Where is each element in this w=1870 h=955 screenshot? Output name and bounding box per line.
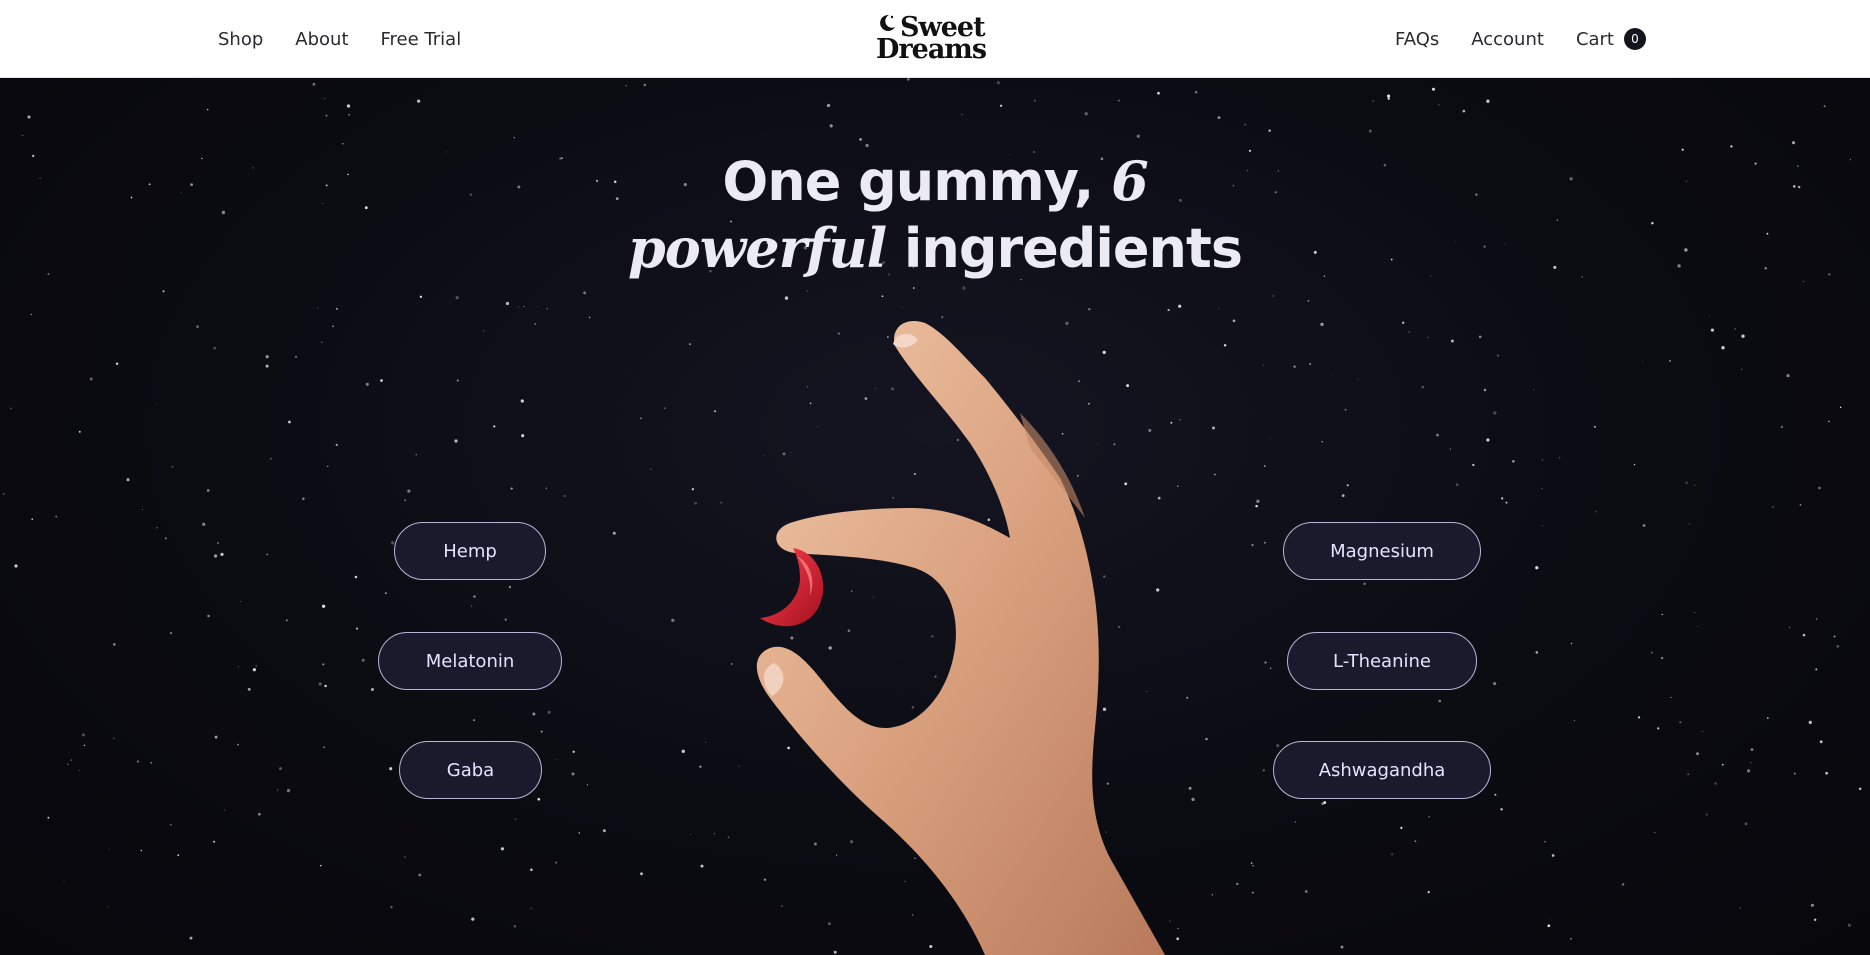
ingredients-hero: One gummy, 6 powerful ingredients Hemp M…: [0, 78, 1870, 955]
nav-account-link[interactable]: Account: [1471, 29, 1544, 50]
cart-label: Cart: [1575, 28, 1614, 50]
ingredient-pill-magnesium[interactable]: Magnesium: [1283, 522, 1481, 580]
ingredient-pill-l-theanine[interactable]: L-Theanine: [1287, 632, 1477, 690]
secondary-nav: FAQs Account Cart 0: [1363, 0, 1646, 78]
ingredient-pill-ashwagandha[interactable]: Ashwagandha: [1273, 741, 1491, 799]
ingredient-pill-gaba[interactable]: Gaba: [399, 741, 542, 799]
nav-free-trial-link[interactable]: Free Trial: [381, 29, 462, 50]
cart-count-badge: 0: [1624, 28, 1646, 50]
nav-about-link[interactable]: About: [295, 29, 348, 50]
ingredient-pill-melatonin[interactable]: Melatonin: [378, 632, 562, 690]
hand-palm: [756, 320, 1165, 955]
ingredient-pill-hemp[interactable]: Hemp: [394, 522, 546, 580]
primary-nav: Shop About Free Trial: [218, 0, 493, 78]
nav-shop-link[interactable]: Shop: [218, 29, 263, 50]
top-navigation-bar: Shop About Free Trial Sweet Dreams FAQs …: [0, 0, 1870, 78]
crescent-moon-icon: [880, 14, 895, 31]
gummy-crescent: [760, 548, 824, 627]
logo-line-2: Dreams: [876, 34, 987, 65]
hand-holding-gummy-image: [756, 320, 1165, 955]
sweet-dreams-logo[interactable]: Sweet Dreams: [872, 12, 1002, 66]
cart-button[interactable]: Cart 0: [1576, 28, 1646, 50]
nav-faqs-link[interactable]: FAQs: [1395, 29, 1439, 50]
